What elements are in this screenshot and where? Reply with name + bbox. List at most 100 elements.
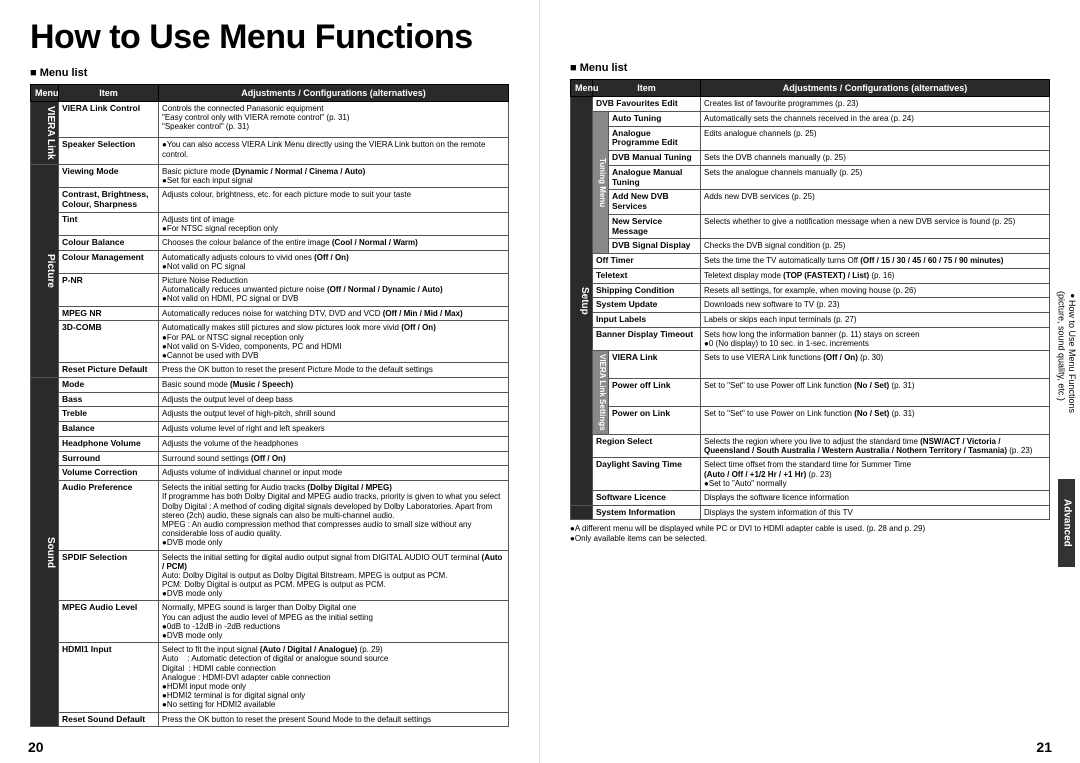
side-tabs: ●How to Use Menu Functions(picture, soun… bbox=[1053, 285, 1080, 567]
page-number-right: 21 bbox=[1036, 739, 1052, 755]
row-item: Add New DVB Services bbox=[609, 190, 701, 215]
row-item: HDMI1 Input bbox=[59, 643, 159, 712]
menulist-heading-r: Menu list bbox=[570, 62, 1050, 75]
col-item: Item bbox=[593, 79, 701, 96]
row-adj: Chooses the colour balance of the entire… bbox=[159, 235, 509, 250]
page-number-left: 20 bbox=[28, 739, 44, 755]
col-item: Item bbox=[59, 84, 159, 101]
row-item: Colour Balance bbox=[59, 235, 159, 250]
row-item: Colour Management bbox=[59, 250, 159, 273]
row-adj: Normally, MPEG sound is larger than Dolb… bbox=[159, 601, 509, 643]
row-item: Auto Tuning bbox=[609, 111, 701, 126]
row-item: Region Select bbox=[593, 434, 701, 457]
row-adj: Automatically sets the channels received… bbox=[701, 111, 1050, 126]
row-adj: Automatically reduces noise for watching… bbox=[159, 306, 509, 321]
row-adj: Sets the DVB channels manually (p. 25) bbox=[701, 151, 1050, 166]
row-item: Analogue Programme Edit bbox=[609, 126, 701, 151]
row-adj: Basic picture mode (Dynamic / Normal / C… bbox=[159, 164, 509, 187]
section-sound: Sound bbox=[31, 377, 59, 726]
col-adj: Adjustments / Configurations (alternativ… bbox=[159, 84, 509, 101]
row-adj: Sets the time the TV automatically turns… bbox=[701, 254, 1050, 269]
subsection-tuning: Tuning Menu bbox=[593, 111, 609, 253]
row-adj: Adjusts volume of individual channel or … bbox=[159, 466, 509, 481]
row-item: Volume Correction bbox=[59, 466, 159, 481]
row-adj: Adjusts tint of image●For NTSC signal re… bbox=[159, 212, 509, 235]
row-adj: Resets all settings, for example, when m… bbox=[701, 283, 1050, 298]
row-adj: Press the OK button to reset the present… bbox=[159, 712, 509, 727]
row-item: Audio Preference bbox=[59, 481, 159, 550]
row-adj: Downloads new software to TV (p. 23) bbox=[701, 298, 1050, 313]
row-adj: Selects the initial setting for Audio tr… bbox=[159, 481, 509, 550]
row-item: Off Timer bbox=[593, 254, 701, 269]
row-item: Daylight Saving Time bbox=[593, 458, 701, 491]
row-item: Reset Sound Default bbox=[59, 712, 159, 727]
row-item: DVB Manual Tuning bbox=[609, 151, 701, 166]
row-item: Mode bbox=[59, 377, 159, 392]
row-adj: Adjusts the output level of deep bass bbox=[159, 392, 509, 407]
row-item: SPDIF Selection bbox=[59, 550, 159, 601]
row-adj: Set to "Set" to use Power on Link functi… bbox=[701, 407, 1050, 435]
section-vieralink: VIERA Link bbox=[31, 102, 59, 165]
row-item: New Service Message bbox=[609, 214, 701, 239]
row-adj: Displays the system information of this … bbox=[701, 505, 1050, 520]
row-adj: Selects the initial setting for digital … bbox=[159, 550, 509, 601]
row-adj: Automatically adjusts colours to vivid o… bbox=[159, 250, 509, 273]
section-picture: Picture bbox=[31, 164, 59, 377]
row-adj: Adjusts the volume of the headphones bbox=[159, 436, 509, 451]
row-item: Contrast, Brightness, Colour, Sharpness bbox=[59, 187, 159, 212]
row-item: P-NR bbox=[59, 274, 159, 307]
row-adj: Adjusts volume level of right and left s… bbox=[159, 422, 509, 437]
row-adj: Sets to use VIERA Link functions (Off / … bbox=[701, 351, 1050, 379]
row-item: DVB Signal Display bbox=[609, 239, 701, 254]
row-adj: Controls the connected Panasonic equipme… bbox=[159, 102, 509, 138]
row-item: Software Licence bbox=[593, 490, 701, 505]
row-adj: Set to "Set" to use Power off Link funct… bbox=[701, 379, 1050, 407]
row-adj: Press the OK button to reset the present… bbox=[159, 363, 509, 378]
row-item: Balance bbox=[59, 422, 159, 437]
row-adj: Surround sound settings (Off / On) bbox=[159, 451, 509, 466]
row-item: Tint bbox=[59, 212, 159, 235]
row-adj: ●You can also access VIERA Link Menu dir… bbox=[159, 138, 509, 164]
row-item: Speaker Selection bbox=[59, 138, 159, 164]
row-adj: Automatically makes still pictures and s… bbox=[159, 321, 509, 363]
row-adj: Teletext display mode (TOP (FASTEXT) / L… bbox=[701, 268, 1050, 283]
row-adj: Displays the software licence informatio… bbox=[701, 490, 1050, 505]
row-adj: Labels or skips each input terminals (p.… bbox=[701, 313, 1050, 328]
row-item: Input Labels bbox=[593, 313, 701, 328]
section-setup: Setup bbox=[571, 96, 593, 505]
row-adj: Select to fit the input signal (Auto / D… bbox=[159, 643, 509, 712]
page-title: How to Use Menu Functions bbox=[30, 18, 509, 57]
row-item: VIERA Link bbox=[609, 351, 701, 379]
row-item: VIERA Link Control bbox=[59, 102, 159, 138]
row-adj: Creates list of favourite programmes (p.… bbox=[701, 96, 1050, 111]
row-item: DVB Favourites Edit bbox=[593, 96, 701, 111]
menu-table-right: MenuItemAdjustments / Configurations (al… bbox=[570, 79, 1050, 521]
row-item: Power off Link bbox=[609, 379, 701, 407]
row-item: 3D-COMB bbox=[59, 321, 159, 363]
row-item: Viewing Mode bbox=[59, 164, 159, 187]
row-item: Teletext bbox=[593, 268, 701, 283]
row-adj: Basic sound mode (Music / Speech) bbox=[159, 377, 509, 392]
menu-table-left: MenuItemAdjustments / Configurations (al… bbox=[30, 84, 509, 728]
row-item: Analogue Manual Tuning bbox=[609, 165, 701, 190]
row-adj: Adds new DVB services (p. 25) bbox=[701, 190, 1050, 215]
row-item: MPEG Audio Level bbox=[59, 601, 159, 643]
row-item: System Update bbox=[593, 298, 701, 313]
row-item: Reset Picture Default bbox=[59, 363, 159, 378]
row-item: Bass bbox=[59, 392, 159, 407]
row-adj: Selects whether to give a notification m… bbox=[701, 214, 1050, 239]
col-adj: Adjustments / Configurations (alternativ… bbox=[701, 79, 1050, 96]
menulist-heading-l: Menu list bbox=[30, 67, 509, 80]
row-item: Treble bbox=[59, 407, 159, 422]
row-adj: Picture Noise ReductionAutomatically red… bbox=[159, 274, 509, 307]
subsection-vls: VIERA Link Settings bbox=[593, 351, 609, 435]
col-menu: Menu bbox=[31, 84, 59, 101]
row-adj: Checks the DVB signal condition (p. 25) bbox=[701, 239, 1050, 254]
row-item: Power on Link bbox=[609, 407, 701, 435]
row-item: System Information bbox=[593, 505, 701, 520]
footnotes: ●A different menu will be displayed whil… bbox=[570, 524, 1050, 542]
row-adj: Sets how long the information banner (p.… bbox=[701, 328, 1050, 351]
row-adj: Select time offset from the standard tim… bbox=[701, 458, 1050, 491]
col-menu: Menu bbox=[571, 79, 593, 96]
row-adj: Adjusts colour, brightness, etc. for eac… bbox=[159, 187, 509, 212]
